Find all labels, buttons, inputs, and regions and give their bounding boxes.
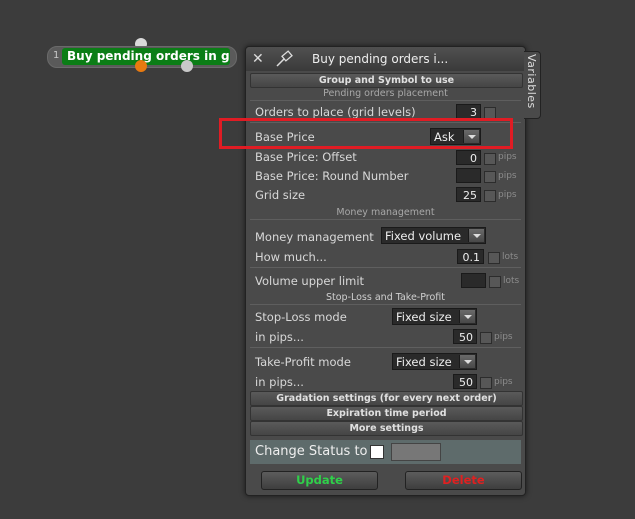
how-much-label: How much...: [255, 250, 327, 264]
money-management-label: Money management: [255, 230, 374, 244]
delete-button[interactable]: Delete: [405, 471, 522, 490]
change-status-color[interactable]: [391, 443, 441, 461]
section-expiration[interactable]: Expiration time period: [250, 406, 523, 421]
money-management-select[interactable]: Fixed volume: [381, 227, 486, 244]
node-output-connector-grey[interactable]: [181, 60, 193, 72]
tp-pips-label: in pips...: [255, 375, 304, 389]
sl-pips-label: in pips...: [255, 330, 304, 344]
sl-pips-checkbox[interactable]: [480, 332, 492, 344]
tp-mode-value: Fixed size: [396, 355, 452, 369]
volume-upper-limit-checkbox[interactable]: [489, 276, 501, 288]
change-status-checkbox[interactable]: [370, 445, 384, 459]
pin-icon[interactable]: [274, 50, 294, 68]
update-button[interactable]: Update: [261, 471, 378, 490]
grid-size-input[interactable]: 25: [456, 187, 481, 202]
money-management-value: Fixed volume: [385, 229, 462, 243]
section-gradation[interactable]: Gradation settings (for every next order…: [250, 391, 523, 406]
tp-pips-unit: pips: [494, 377, 513, 387]
subsection-sl-tp: Stop-Loss and Take-Profit: [250, 292, 521, 305]
base-price-round-input[interactable]: [456, 168, 481, 183]
section-more-settings[interactable]: More settings: [250, 421, 523, 436]
section-group-symbol[interactable]: Group and Symbol to use: [250, 73, 523, 88]
tp-pips-checkbox[interactable]: [480, 377, 492, 389]
sl-mode-select[interactable]: Fixed size: [392, 308, 477, 325]
highlight-box: [219, 118, 513, 149]
base-price-offset-input[interactable]: 0: [456, 150, 481, 165]
sl-pips-unit: pips: [494, 332, 513, 342]
base-price-round-checkbox[interactable]: [484, 171, 496, 183]
sl-pips-input[interactable]: 50: [453, 329, 477, 344]
divider: [250, 347, 521, 348]
tp-pips-input[interactable]: 50: [453, 374, 477, 389]
sl-mode-value: Fixed size: [396, 310, 452, 324]
how-much-input[interactable]: 0.1: [457, 249, 484, 264]
panel-titlebar[interactable]: ✕ Buy pending orders i...: [246, 47, 525, 71]
node-output-connector-orange[interactable]: [135, 60, 147, 72]
tp-mode-label: Take-Profit mode: [255, 355, 351, 369]
subsection-money-management: Money management: [250, 207, 521, 220]
orders-to-place-label: Orders to place (grid levels): [255, 105, 416, 119]
variables-tab[interactable]: Variables: [524, 51, 541, 119]
panel-title: Buy pending orders i...: [312, 52, 449, 66]
close-icon[interactable]: ✕: [252, 51, 264, 67]
orders-to-place-input[interactable]: 3: [456, 104, 481, 119]
how-much-checkbox[interactable]: [488, 252, 500, 264]
grid-size-label: Grid size: [255, 188, 306, 202]
base-price-round-label: Base Price: Round Number: [255, 169, 409, 183]
base-price-round-unit: pips: [498, 171, 517, 181]
volume-upper-limit-unit: lots: [503, 276, 520, 286]
volume-upper-limit-label: Volume upper limit: [255, 274, 365, 288]
block-settings-panel: ✕ Buy pending orders i... Variables Grou…: [245, 46, 541, 496]
node-number: 1: [53, 50, 60, 61]
chevron-down-icon[interactable]: [468, 229, 484, 242]
how-much-unit: lots: [502, 252, 519, 262]
sl-mode-label: Stop-Loss mode: [255, 310, 347, 324]
volume-upper-limit-input[interactable]: [461, 273, 486, 288]
base-price-offset-label: Base Price: Offset: [255, 150, 357, 164]
change-status-label: Change Status to: [255, 444, 368, 459]
change-status-bar: Change Status to: [250, 440, 521, 464]
subsection-pending-placement: Pending orders placement: [250, 88, 521, 101]
divider: [250, 267, 521, 268]
variables-tab-label: Variables: [525, 54, 538, 109]
grid-size-unit: pips: [498, 190, 517, 200]
chevron-down-icon[interactable]: [459, 355, 475, 368]
base-price-offset-unit: pips: [498, 152, 517, 162]
base-price-offset-checkbox[interactable]: [484, 153, 496, 165]
grid-size-checkbox[interactable]: [484, 190, 496, 202]
tp-mode-select[interactable]: Fixed size: [392, 353, 477, 370]
chevron-down-icon[interactable]: [459, 310, 475, 323]
